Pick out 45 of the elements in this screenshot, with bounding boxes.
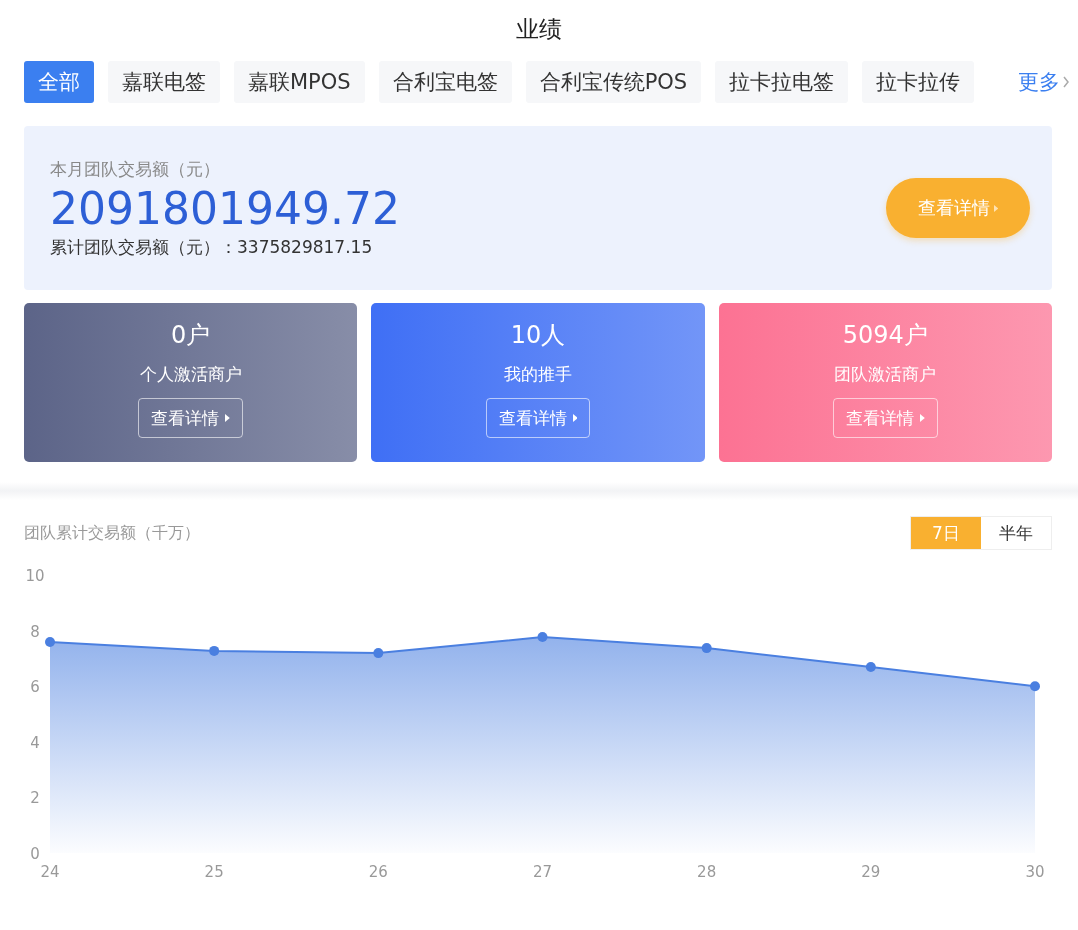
tab[interactable]: 嘉联电签 <box>108 61 220 103</box>
caret-icon <box>919 414 925 422</box>
data-point <box>701 643 712 654</box>
axis-label: 8 <box>30 622 40 641</box>
caret-icon <box>225 414 231 422</box>
axis-label: 24 <box>40 863 60 881</box>
axis-label: 28 <box>697 863 717 881</box>
caret-icon <box>993 204 999 212</box>
tab[interactable]: 嘉联MPOS <box>234 61 365 103</box>
axis-label: 6 <box>30 678 40 697</box>
stat-label: 团队激活商户 <box>834 363 937 386</box>
tab[interactable]: 合利宝电签 <box>378 61 512 103</box>
data-point <box>373 648 384 659</box>
data-point <box>209 645 220 656</box>
total-amount: 累计团队交易额（元）：3375829817.15 <box>50 235 373 259</box>
data-point <box>865 662 876 672</box>
summary-amount: 2091801949.72 <box>50 182 400 234</box>
data-point <box>45 637 55 647</box>
details-button[interactable]: 查看详情 <box>138 398 244 438</box>
stat-value: 0户 <box>171 320 211 351</box>
axis-label: 0 <box>30 845 40 863</box>
axis-label: 26 <box>368 863 388 881</box>
caret-icon <box>572 414 578 422</box>
data-point <box>537 632 548 642</box>
stat-value: 5094户 <box>842 320 928 351</box>
page-title: 业绩 <box>515 15 563 44</box>
tab[interactable]: 合利宝传统POS <box>525 61 702 103</box>
axis-label: 2 <box>30 789 40 808</box>
data-point <box>1030 681 1040 692</box>
stat-value: 10人 <box>510 320 566 351</box>
stat-label: 我的推手 <box>504 363 572 386</box>
axis-label: 29 <box>861 863 881 881</box>
tab[interactable]: 拉卡拉电签 <box>715 61 849 103</box>
tab[interactable]: 全部 <box>24 61 94 103</box>
tab[interactable]: 拉卡拉传 <box>862 61 975 103</box>
axis-label: 10 <box>25 567 45 585</box>
axis-label: 30 <box>1025 863 1045 881</box>
axis-label: 27 <box>532 863 553 881</box>
chart-title: 团队累计交易额（千万） <box>24 522 200 544</box>
chevron-right-icon <box>1062 76 1070 88</box>
stat-label: 个人激活商户 <box>139 363 242 386</box>
axis-label: 4 <box>30 733 40 752</box>
summary-label: 本月团队交易额（元） <box>50 157 220 181</box>
details-button[interactable]: 查看详情 <box>485 398 591 438</box>
axis-label: 25 <box>204 863 224 881</box>
